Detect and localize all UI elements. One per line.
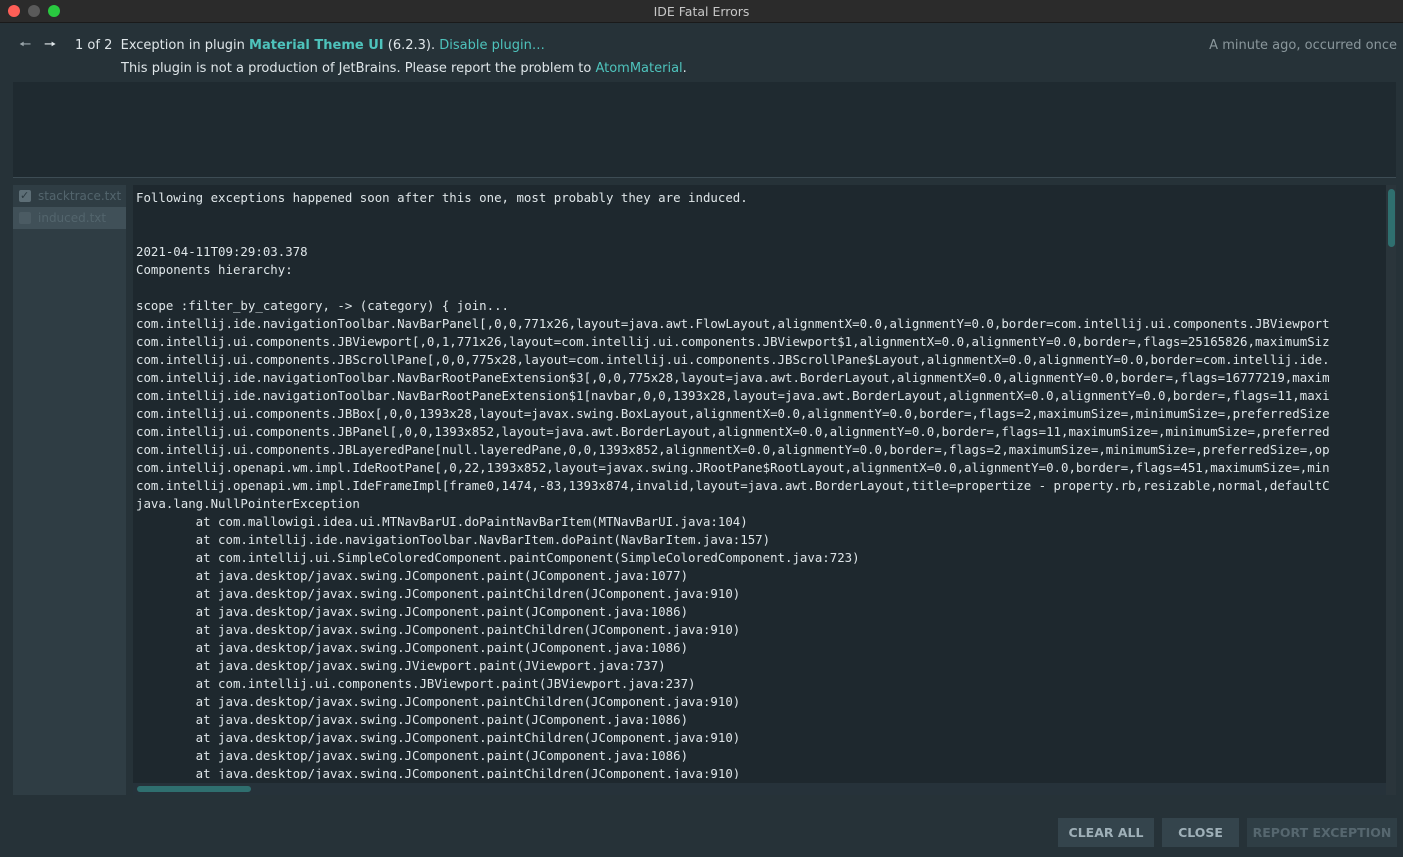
log-line: scope :filter_by_category, -> (category)… [136,298,509,313]
log-line: com.intellij.ide.navigationToolbar.NavBa… [136,316,1330,331]
plugin-note: This plugin is not a production of JetBr… [121,61,687,76]
close-button[interactable]: CLOSE [1162,818,1239,847]
checkbox-unchecked-icon[interactable] [19,212,31,224]
attachment-label: induced.txt [38,211,107,225]
title-bar: IDE Fatal Errors [0,0,1403,23]
plugin-note-suffix: . [682,61,687,76]
log-line: Following exceptions happened soon after… [136,190,748,205]
plugin-version: (6.2.3). [383,38,440,53]
log-line: at java.desktop/javax.swing.JViewport.pa… [136,658,666,673]
log-line: at java.desktop/javax.swing.JComponent.p… [136,640,689,655]
log-line: 2021-04-11T09:29:03.378 [136,244,308,259]
report-exception-button[interactable]: REPORT EXCEPTION [1247,818,1397,847]
log-line: com.intellij.ui.components.JBLayeredPane… [136,442,1330,457]
log-line: Components hierarchy: [136,262,293,277]
log-line: com.intellij.ui.components.JBViewport[,0… [136,334,1330,349]
plugin-note-text: This plugin is not a production of JetBr… [121,61,596,76]
comment-textarea[interactable] [13,82,1396,178]
log-line: at java.desktop/javax.swing.JComponent.p… [136,748,689,763]
log-line: at com.intellij.ui.components.JBViewport… [136,676,696,691]
vertical-scroll-thumb[interactable] [1388,189,1395,247]
disable-plugin-link[interactable]: Disable plugin… [439,38,545,53]
log-line: at java.desktop/javax.swing.JComponent.p… [136,622,741,637]
arrow-left-icon[interactable]: 🠔 [19,37,31,53]
attachment-item-stacktrace[interactable]: stacktrace.txt [13,185,126,207]
log-viewer[interactable]: Following exceptions happened soon after… [133,185,1396,795]
vendor-link[interactable]: AtomMaterial [595,61,682,76]
attachment-item-induced[interactable]: induced.txt [13,207,126,229]
window-title: IDE Fatal Errors [653,4,750,19]
attachment-list: stacktrace.txt induced.txt [13,185,126,795]
log-line: at java.desktop/javax.swing.JComponent.p… [136,712,689,727]
log-line: com.intellij.openapi.wm.impl.IdeRootPane… [136,460,1330,475]
error-counter: 1 of 2 [75,38,113,53]
log-line: at java.desktop/javax.swing.JComponent.p… [136,766,741,779]
log-line: at com.intellij.ui.SimpleColoredComponen… [136,550,860,565]
error-header: 1 of 2 Exception in plugin Material Them… [75,38,545,53]
log-line: com.intellij.ui.components.JBScrollPane[… [136,352,1330,367]
vertical-scrollbar[interactable] [1386,185,1396,795]
occurrence-timestamp: A minute ago, occurred once [1209,38,1397,53]
log-line: at com.intellij.ide.navigationToolbar.Na… [136,532,771,547]
log-line: at java.desktop/javax.swing.JComponent.p… [136,604,689,619]
log-line: com.intellij.ui.components.JBBox[,0,0,13… [136,406,1330,421]
log-line: com.intellij.ui.components.JBPanel[,0,0,… [136,424,1330,439]
log-line: com.intellij.ide.navigationToolbar.NavBa… [136,388,1330,403]
arrow-right-icon[interactable]: 🠖 [44,37,56,53]
attachment-label: stacktrace.txt [38,189,122,203]
horizontal-scrollbar[interactable] [133,783,1386,795]
log-line: at com.mallowigi.idea.ui.MTNavBarUI.doPa… [136,514,748,529]
log-line: java.lang.NullPointerException [136,496,360,511]
log-line: at java.desktop/javax.swing.JComponent.p… [136,730,741,745]
log-line: com.intellij.ide.navigationToolbar.NavBa… [136,370,1330,385]
log-line: at java.desktop/javax.swing.JComponent.p… [136,694,741,709]
checkbox-checked-icon[interactable] [19,185,31,207]
exception-prefix: Exception in plugin [120,38,250,53]
clear-all-button[interactable]: CLEAR ALL [1058,818,1154,847]
log-line: at java.desktop/javax.swing.JComponent.p… [136,568,689,583]
log-line: com.intellij.openapi.wm.impl.IdeFrameImp… [136,478,1330,493]
log-text: Following exceptions happened soon after… [136,189,1383,779]
plugin-name-link[interactable]: Material Theme UI [249,38,384,53]
log-line: at java.desktop/javax.swing.JComponent.p… [136,586,741,601]
horizontal-scroll-thumb[interactable] [137,786,251,792]
